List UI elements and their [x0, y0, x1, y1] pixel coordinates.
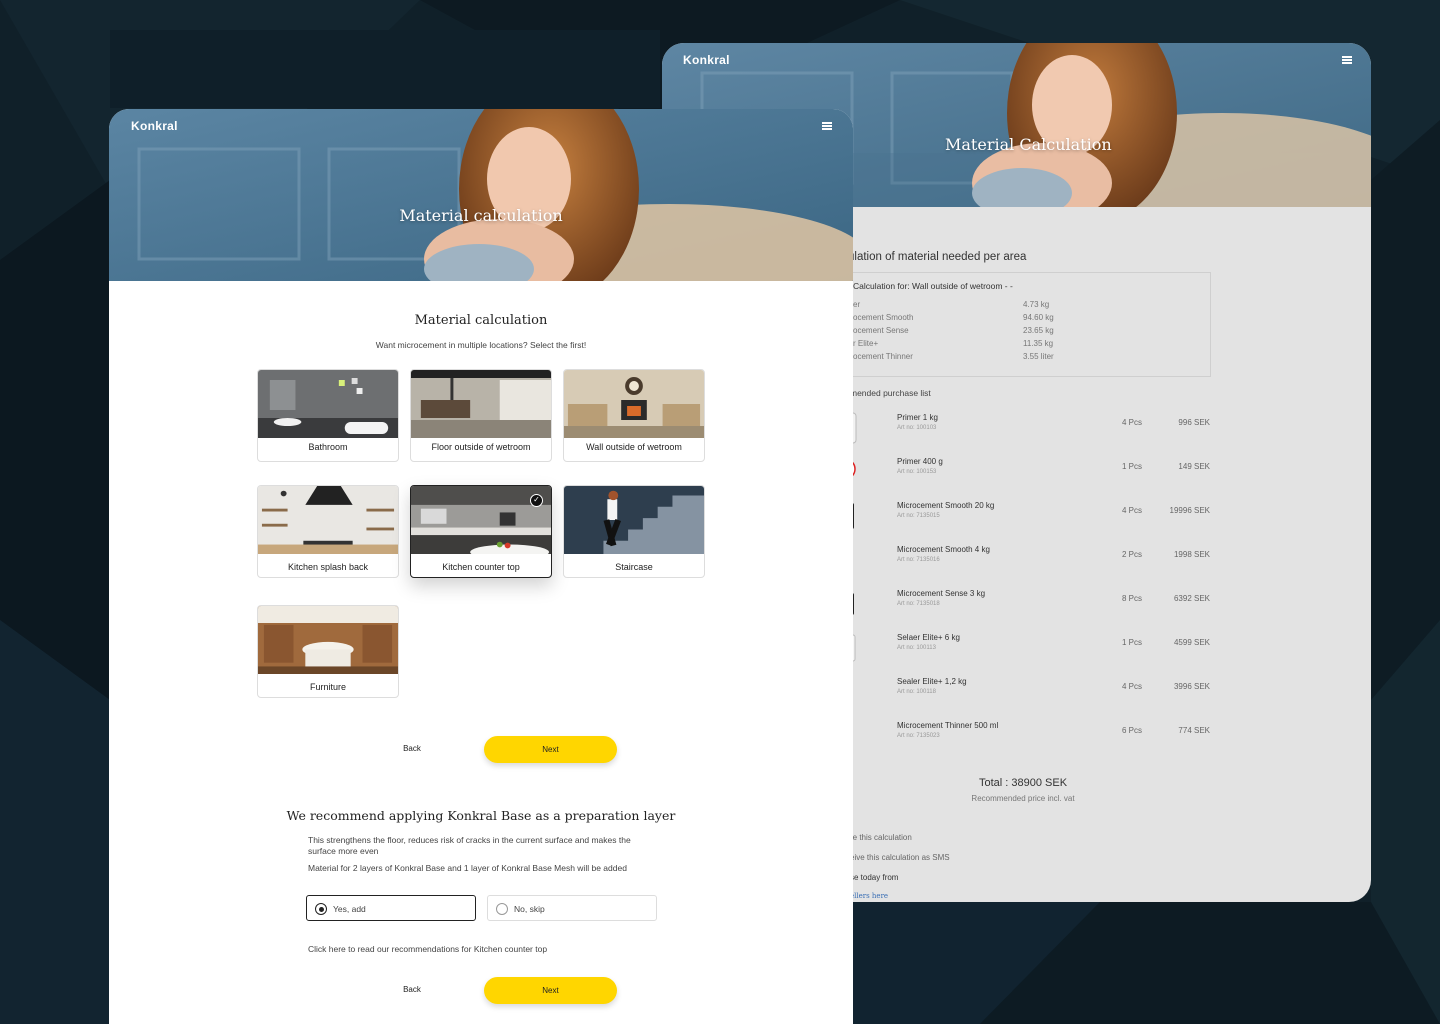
recommendation-note: Material for 2 layers of Konkral Base an… — [308, 863, 627, 873]
location-tile-kitchen-splash-back[interactable]: Kitchen splash back — [257, 485, 399, 578]
location-tile-staircase[interactable]: Staircase — [563, 485, 705, 578]
calculator-card: Konkral Material calculation Material ca… — [109, 109, 853, 1024]
product-row: Microcement Smooth 4 kg Art no: 7135016 2… — [842, 539, 1212, 579]
tile-label: Wall outside of wetroom — [586, 442, 682, 452]
location-tile-wall-outside-wetroom[interactable]: Wall outside of wetroom — [563, 369, 705, 462]
radio-empty-icon — [496, 903, 508, 915]
share-link[interactable]: re this calculation — [850, 833, 912, 842]
tile-label: Bathroom — [308, 442, 348, 452]
calc-heading: ulation of material needed per area — [848, 251, 1027, 263]
tile-label: Staircase — [615, 562, 653, 572]
brand-logo[interactable]: Konkral — [683, 53, 730, 67]
staircase-image — [564, 486, 704, 554]
recommendation-title: We recommend applying Konkral Base as a … — [286, 808, 676, 823]
next-button[interactable]: Next — [484, 736, 617, 763]
option-label: Yes, add — [333, 904, 366, 914]
product-row: Selaer Elite+ 6 kg Art no: 100113 1 Pcs 45… — [842, 627, 1212, 667]
product-row: Primer 400 g Art no: 100153 1 Pcs 149 SEK — [842, 451, 1212, 491]
calc-summary-box: Calculation for: Wall outside of wetroom… — [842, 272, 1211, 377]
product-row: Microcement Smooth 20 kg Art no: 7135015 … — [842, 495, 1212, 535]
floor-image — [411, 370, 551, 438]
menu-icon[interactable] — [822, 122, 832, 130]
tile-label: Kitchen splash back — [287, 562, 369, 572]
location-tile-kitchen-counter-top[interactable]: ✓ Kitchen counter top — [410, 485, 552, 578]
sms-link[interactable]: eive this calculation as SMS — [850, 853, 950, 862]
back-button[interactable]: Back — [382, 738, 442, 760]
recommendations-link[interactable]: Click here to read our recommendations f… — [308, 944, 547, 954]
next-button-bottom[interactable]: Next — [484, 977, 617, 1004]
option-yes-add[interactable]: Yes, add — [306, 895, 476, 921]
section-title: Material calculation — [414, 313, 548, 328]
buy-heading: se today from — [850, 873, 899, 882]
recommendation-text: This strengthens the floor, reduces risk… — [308, 835, 631, 856]
location-tile-floor-outside-wetroom[interactable]: Floor outside of wetroom — [410, 369, 552, 462]
splashback-image — [258, 486, 398, 554]
purchase-list-title: mended purchase list — [850, 388, 931, 398]
hero-title: Material calculation — [399, 206, 563, 225]
tile-label: Kitchen counter top — [442, 562, 520, 572]
menu-icon[interactable] — [1342, 56, 1352, 64]
back-button-bottom[interactable]: Back — [382, 979, 442, 1001]
section-subtitle: Want microcement in multiple locations? … — [375, 340, 587, 350]
resellers-link[interactable]: ellers here — [850, 892, 888, 900]
location-tile-bathroom[interactable]: Bathroom — [257, 369, 399, 462]
hero-banner: Konkral Material calculation — [109, 109, 853, 281]
selected-check-icon: ✓ — [530, 494, 543, 507]
option-no-skip[interactable]: No, skip — [487, 895, 657, 921]
bathroom-image — [258, 370, 398, 438]
option-label: No, skip — [514, 904, 545, 914]
total-note: Recommended price incl. vat — [971, 794, 1075, 803]
product-row: Primer 1 kg Art no: 100103 4 Pcs 996 SEK — [842, 407, 1212, 447]
tile-label: Floor outside of wetroom — [431, 442, 531, 452]
location-tile-furniture[interactable]: Furniture — [257, 605, 399, 698]
product-row: Sealer Elite+ 1,2 kg Art no: 100118 4 Pcs… — [842, 671, 1212, 711]
total-price: Total : 38900 SEK — [978, 777, 1068, 789]
hero-title: Material Calculation — [945, 135, 1112, 154]
product-row: Microcement Sense 3 kg Art no: 7135018 8 … — [842, 583, 1212, 623]
brand-logo[interactable]: Konkral — [131, 119, 178, 133]
furniture-image — [258, 606, 398, 674]
wall-image — [564, 370, 704, 438]
radio-selected-icon — [315, 903, 327, 915]
tile-label: Furniture — [309, 682, 346, 692]
calc-summary-title: Calculation for: Wall outside of wetroom… — [853, 281, 1013, 291]
product-row: Microcement Thinner 500 ml Art no: 713502… — [842, 715, 1212, 755]
hero-photo — [109, 109, 853, 281]
